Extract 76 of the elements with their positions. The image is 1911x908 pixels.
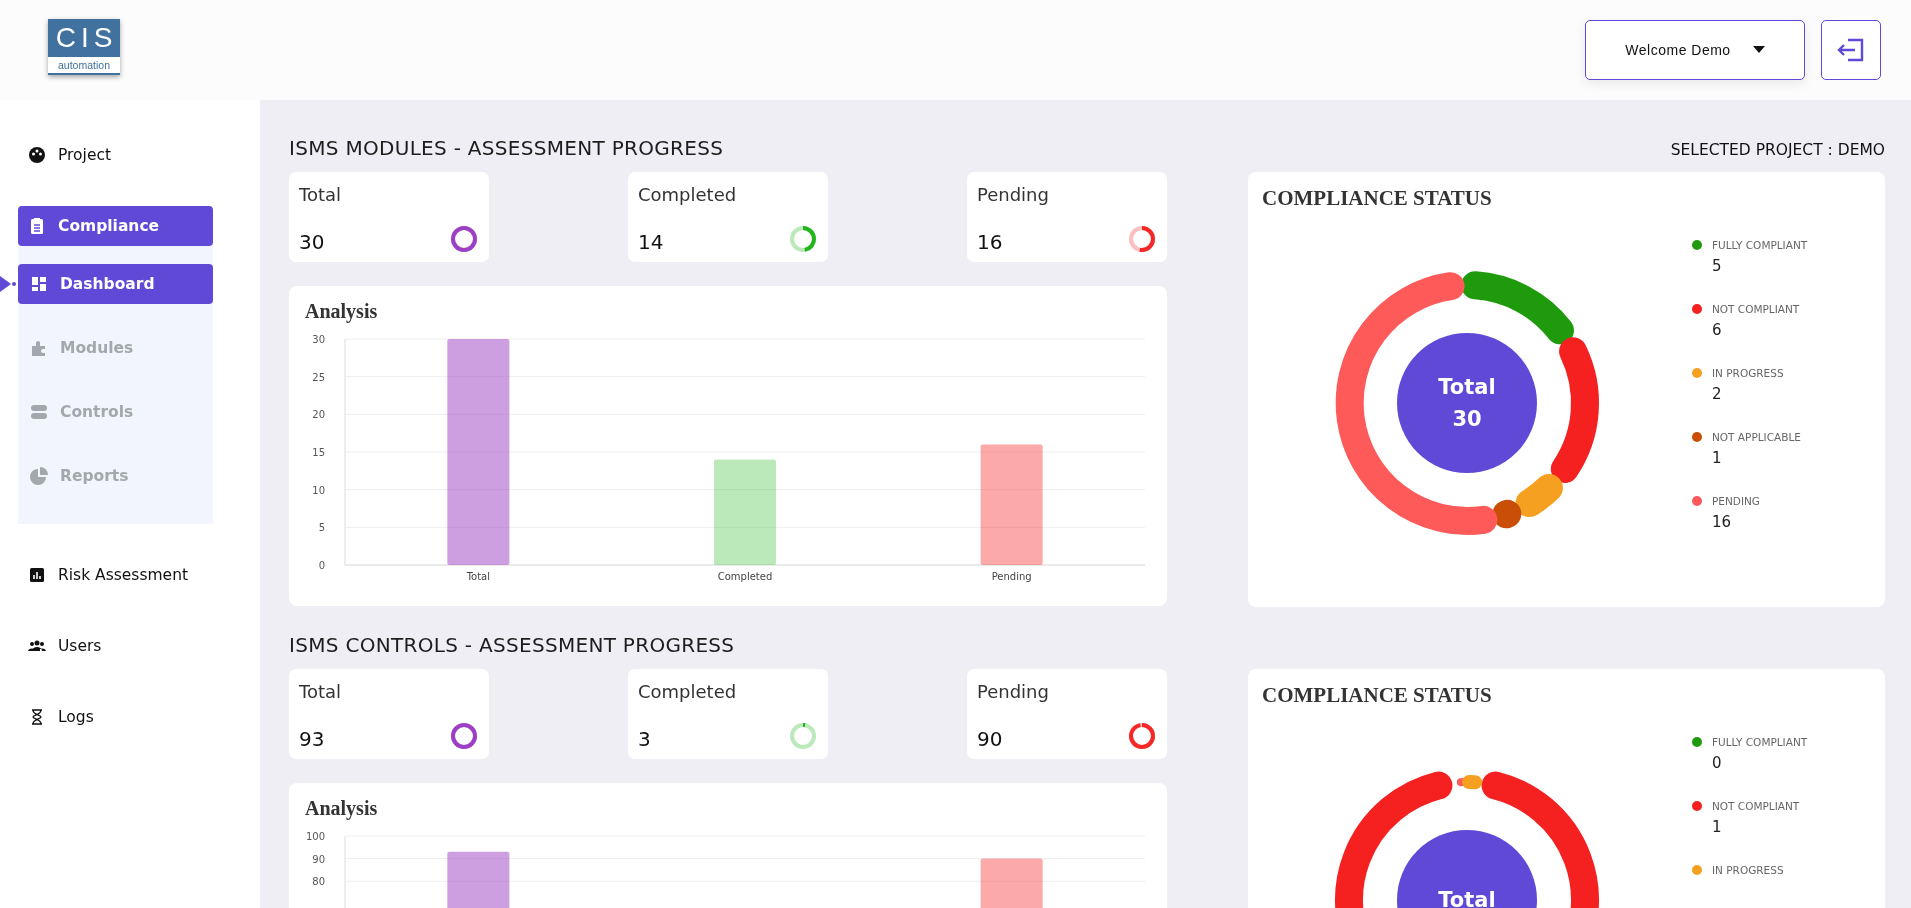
legend-label: FULLY COMPLIANT (1712, 239, 1808, 251)
legend-label: NOT COMPLIANT (1712, 303, 1800, 315)
total-label: Total (1438, 887, 1496, 908)
stat-label: Completed (638, 184, 738, 205)
legend-value: 1 (1711, 449, 1723, 467)
stat-value: 16 (977, 230, 1003, 254)
axis-tick-label: 100 (305, 831, 325, 842)
sidebar-item[interactable]: Risk Assessment (18, 555, 213, 595)
section-title: ISMS CONTROLS - ASSESSMENT PROGRESS (289, 633, 735, 657)
axis-tick-label: 0 (318, 560, 325, 571)
chart-bar (980, 858, 1043, 908)
stat-label: Total (299, 184, 343, 205)
axis-category-label: Total (466, 571, 490, 582)
axis-tick-label: 20 (312, 409, 325, 421)
sidebar-item[interactable]: Users (18, 626, 213, 666)
legend-value: 1 (1711, 818, 1723, 836)
bar-chart-icon (28, 566, 46, 584)
progress-ring-icon (449, 224, 479, 254)
axis-category-label: Completed (717, 571, 773, 582)
palette-icon (28, 146, 46, 164)
stat-label: Pending (977, 184, 1050, 205)
axis-tick-label: 25 (312, 371, 325, 383)
total-value: 30 (1452, 406, 1482, 433)
legend-label: NOT COMPLIANT (1712, 800, 1800, 812)
legend-value: 6 (1711, 321, 1723, 339)
toggle-icon (30, 403, 48, 421)
axis-tick-label: 10 (312, 484, 325, 496)
axis-tick-label: 15 (312, 447, 325, 458)
legend-value: 2 (1711, 385, 1723, 403)
legend-label: NOT APPLICABLE (1712, 431, 1801, 443)
progress-ring-icon (449, 721, 479, 751)
progress-ring-icon (788, 721, 818, 751)
axis-tick-label: 90 (312, 853, 325, 865)
legend-label: FULLY COMPLIANT (1712, 736, 1808, 748)
legend-label: PENDING (1712, 495, 1760, 507)
pointer-icon (0, 276, 16, 292)
chart-bar (447, 851, 510, 908)
stat-value: 3 (638, 727, 651, 751)
logout-button[interactable] (1821, 20, 1881, 80)
legend-value: 5 (1711, 257, 1723, 275)
sidebar-item[interactable]: Logs (18, 697, 213, 737)
chart-title: COMPLIANCE STATUS (1262, 683, 1493, 708)
stat-value: 30 (299, 230, 325, 254)
chart-title: Analysis (305, 797, 379, 820)
clipboard-icon (28, 217, 46, 235)
axis-category-label: Pending (991, 571, 1032, 582)
caret-icon (1752, 46, 1765, 54)
company-logo: CIS automation (48, 19, 120, 75)
logout-icon (1836, 37, 1866, 63)
stat-value: 90 (977, 727, 1003, 751)
stat-label: Total (299, 681, 343, 702)
progress-ring-icon (1127, 224, 1157, 254)
chart-title: Analysis (305, 300, 379, 323)
sidebar-item[interactable]: Project (18, 135, 213, 175)
legend-label: IN PROGRESS (1712, 864, 1784, 876)
legend-value: 0 (1711, 754, 1723, 772)
sidebar-item[interactable]: Compliance (18, 206, 213, 246)
stat-label: Pending (977, 681, 1050, 702)
selected-project-label: SELECTED PROJECT : DEMO (1670, 141, 1885, 159)
stat-label: Completed (638, 681, 738, 702)
legend-label: IN PROGRESS (1712, 367, 1784, 379)
user-menu-button[interactable]: Welcome Demo (1585, 20, 1805, 80)
grid-icon (30, 275, 48, 293)
legend-value: 16 (1711, 513, 1733, 531)
puzzle-icon (30, 339, 48, 357)
progress-ring-icon (1127, 721, 1157, 751)
progress-ring-icon (788, 224, 818, 254)
total-label: Total (1438, 374, 1496, 401)
axis-tick-label: 80 (312, 876, 325, 888)
axis-tick-label: 30 (312, 334, 325, 345)
axis-tick-label: 5 (318, 522, 325, 534)
stat-value: 93 (299, 727, 325, 751)
chart-title: COMPLIANCE STATUS (1262, 186, 1493, 211)
pie-chart-icon (30, 467, 48, 485)
section-title: ISMS MODULES - ASSESSMENT PROGRESS (289, 136, 724, 160)
stat-value: 14 (638, 230, 664, 254)
